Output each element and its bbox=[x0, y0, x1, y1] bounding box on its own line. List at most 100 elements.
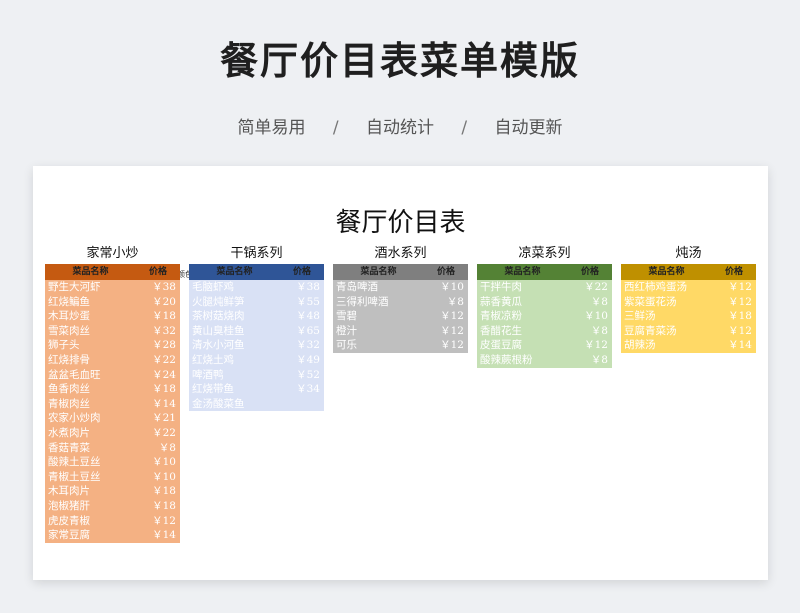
menu-item-price: ￥24 bbox=[152, 368, 176, 381]
menu-item-price: ￥21 bbox=[152, 412, 176, 425]
menu-item-price: ￥10 bbox=[584, 310, 608, 323]
menu-item-price: ￥48 bbox=[296, 310, 320, 323]
menu-item-row: 豆腐青菜汤 ￥12 bbox=[621, 323, 756, 339]
menu-item-row: 干拌牛肉 ￥22 bbox=[477, 280, 612, 295]
menu-item-row: 虎皮青椒 ￥12 bbox=[45, 513, 180, 529]
menu-item-name: 红烧鳊鱼 bbox=[48, 295, 90, 308]
menu-item-name: 盆盆毛血旺 bbox=[48, 368, 101, 381]
menu-item-row: 青椒肉丝 ￥14 bbox=[45, 396, 180, 412]
menu-item-name: 雪菜肉丝 bbox=[48, 324, 90, 337]
category-home-style: 家常小炒 菜品名称 价格 野生大河虾 ￥38 红烧鳊鱼 ￥20 木耳炒蛋 ￥18 雪菜肉丝 ￥… bbox=[45, 244, 180, 543]
menu-item-name: 木耳肉片 bbox=[48, 485, 90, 498]
header-dish-name: 菜品名称 bbox=[648, 267, 685, 277]
menu-item-price: ￥20 bbox=[152, 295, 176, 308]
menu-item-price: ￥32 bbox=[296, 339, 320, 352]
category-rows: 青岛啤酒 ￥10 三得利啤酒 ￥8 雪碧 ￥12 橙汁 ￥12 可乐 ￥12 bbox=[333, 280, 468, 353]
sheet-title: 餐厅价目表 bbox=[335, 208, 466, 238]
menu-item-row: 胡辣汤 ￥14 bbox=[621, 338, 756, 353]
menu-item-price: ￥18 bbox=[728, 310, 752, 323]
menu-item-name: 青椒凉粉 bbox=[480, 310, 522, 323]
menu-item-name: 黄山臭桂鱼 bbox=[192, 324, 245, 337]
menu-item-price bbox=[276, 397, 324, 412]
page-title: 餐厅价目表菜单模版 bbox=[219, 39, 580, 83]
menu-item-name: 毛脑虾鸡 bbox=[192, 281, 234, 293]
menu-item-row: 红烧带鱼 ￥34 bbox=[189, 382, 324, 397]
menu-item-price: ￥22 bbox=[152, 353, 176, 366]
menu-item-row: 雪碧 ￥12 bbox=[333, 309, 468, 324]
menu-item-name: 三得利啤酒 bbox=[336, 295, 389, 308]
menu-item-price: ￥65 bbox=[296, 324, 320, 337]
menu-item-price: ￥12 bbox=[728, 324, 752, 337]
menu-item-name: 雪碧 bbox=[336, 310, 357, 323]
menu-item-price: ￥18 bbox=[152, 310, 176, 323]
menu-item-row: 可乐 ￥12 bbox=[333, 338, 468, 353]
header-dish-name: 菜品名称 bbox=[360, 267, 397, 277]
menu-item-price: ￥12 bbox=[584, 339, 608, 352]
menu-item-name: 木耳炒蛋 bbox=[48, 310, 90, 323]
menu-item-name: 红烧土鸡 bbox=[192, 353, 234, 366]
menu-item-price: ￥10 bbox=[152, 470, 176, 483]
menu-item-row: 农家小炒肉 ￥21 bbox=[45, 411, 180, 426]
menu-item-price: ￥55 bbox=[296, 295, 320, 308]
menu-item-name: 酸辣蕨根粉 bbox=[480, 353, 533, 366]
menu-item-price: ￥12 bbox=[728, 281, 752, 293]
menu-item-row: 皮蛋豆腐 ￥12 bbox=[477, 338, 612, 353]
menu-item-name: 皮蛋豆腐 bbox=[480, 339, 522, 352]
category-header-row: 菜品名称 价格 bbox=[621, 264, 756, 280]
header-price: 价格 bbox=[724, 267, 743, 277]
category-name: 干锅系列 bbox=[230, 246, 283, 261]
menu-item-row: 金汤酸菜鱼 bbox=[189, 396, 324, 412]
menu-item-name: 火腿炖鲜笋 bbox=[192, 295, 245, 308]
menu-item-price: ￥12 bbox=[440, 324, 464, 337]
menu-item-name: 干拌牛肉 bbox=[480, 281, 522, 293]
menu-item-row: 雪菜肉丝 ￥32 bbox=[45, 323, 180, 339]
menu-item-name: 狮子头 bbox=[48, 339, 80, 352]
menu-item-row: 橙汁 ￥12 bbox=[333, 323, 468, 339]
menu-item-name: 橙汁 bbox=[336, 324, 357, 337]
category-header-row: 菜品名称 价格 bbox=[333, 264, 468, 280]
category-name: 凉菜系列 bbox=[518, 246, 571, 261]
category-rows: 毛脑虾鸡 ￥38 火腿炖鲜笋 ￥55 茶树菇烧肉 ￥48 黄山臭桂鱼 ￥65 清水小河鱼 ￥32 红… bbox=[189, 280, 324, 412]
menu-item-name: 水煮肉片 bbox=[48, 426, 90, 439]
menu-item-price: ￥12 bbox=[152, 514, 176, 527]
subtitle-item-auto-update: 自动更新 bbox=[494, 118, 563, 138]
menu-item-price: ￥18 bbox=[152, 499, 176, 512]
menu-item-price: ￥8 bbox=[446, 295, 464, 308]
category-cold-dishes: 凉菜系列 菜品名称 价格 干拌牛肉 ￥22 蒜香黄瓜 ￥8 青椒凉粉 ￥10 香醋花生 ￥8 皮… bbox=[477, 244, 612, 368]
header-price: 价格 bbox=[580, 267, 599, 277]
menu-item-row: 红烧土鸡 ￥49 bbox=[189, 352, 324, 368]
subtitle-item-easy: 简单易用 bbox=[237, 118, 306, 138]
menu-item-row: 紫菜蛋花汤 ￥12 bbox=[621, 294, 756, 310]
menu-item-row: 蒜香黄瓜 ￥8 bbox=[477, 294, 612, 310]
category-header-row: 菜品名称 价格 bbox=[45, 264, 180, 280]
menu-item-price: ￥22 bbox=[584, 281, 608, 293]
menu-item-name: 西红柿鸡蛋汤 bbox=[624, 281, 687, 293]
menu-item-name: 蒜香黄瓜 bbox=[480, 295, 522, 308]
subtitle: 简单易用 / 自动统计 / 自动更新 bbox=[0, 113, 800, 138]
menu-item-name: 青椒土豆丝 bbox=[48, 470, 101, 483]
menu-item-price: ￥12 bbox=[440, 310, 464, 323]
category-name: 酒水系列 bbox=[374, 246, 427, 261]
menu-item-row: 酸辣土豆丝 ￥10 bbox=[45, 455, 180, 470]
menu-item-price: ￥49 bbox=[296, 353, 320, 366]
menu-item-price: ￥12 bbox=[728, 295, 752, 308]
category-soups: 炖汤 菜品名称 价格 西红柿鸡蛋汤 ￥12 紫菜蛋花汤 ￥12 三鲜汤 ￥18 豆腐青菜汤 ￥… bbox=[621, 244, 756, 353]
menu-item-row: 毛脑虾鸡 ￥38 bbox=[189, 280, 324, 295]
menu-item-row: 青椒土豆丝 ￥10 bbox=[45, 469, 180, 485]
menu-item-row: 狮子头 ￥28 bbox=[45, 338, 180, 353]
menu-item-row: 红烧鳊鱼 ￥20 bbox=[45, 294, 180, 310]
menu-item-name: 酸辣土豆丝 bbox=[48, 456, 101, 469]
menu-item-row: 泡椒猪肝 ￥18 bbox=[45, 498, 180, 514]
menu-sheet: 餐厅价目表 颜色 家常小炒 菜品名称 价格 野生大河虾 ￥38 红烧鳊鱼 ￥20 木耳炒… bbox=[33, 166, 768, 580]
menu-item-name: 泡椒猪肝 bbox=[48, 499, 90, 512]
category-drinks: 酒水系列 菜品名称 价格 青岛啤酒 ￥10 三得利啤酒 ￥8 雪碧 ￥12 橙汁 ￥12 可乐 ￥… bbox=[333, 244, 468, 353]
menu-item-price: ￥14 bbox=[728, 339, 752, 352]
menu-item-row: 盆盆毛血旺 ￥24 bbox=[45, 367, 180, 383]
menu-item-price: ￥28 bbox=[152, 339, 176, 352]
menu-item-price: ￥10 bbox=[440, 281, 464, 293]
category-name: 炖汤 bbox=[675, 246, 702, 261]
menu-item-row: 木耳炒蛋 ￥18 bbox=[45, 309, 180, 324]
menu-item-name: 清水小河鱼 bbox=[192, 339, 245, 352]
category-header-row: 菜品名称 价格 bbox=[189, 264, 324, 280]
category-rows: 西红柿鸡蛋汤 ￥12 紫菜蛋花汤 ￥12 三鲜汤 ￥18 豆腐青菜汤 ￥12 胡辣汤 ￥14 bbox=[621, 280, 756, 353]
